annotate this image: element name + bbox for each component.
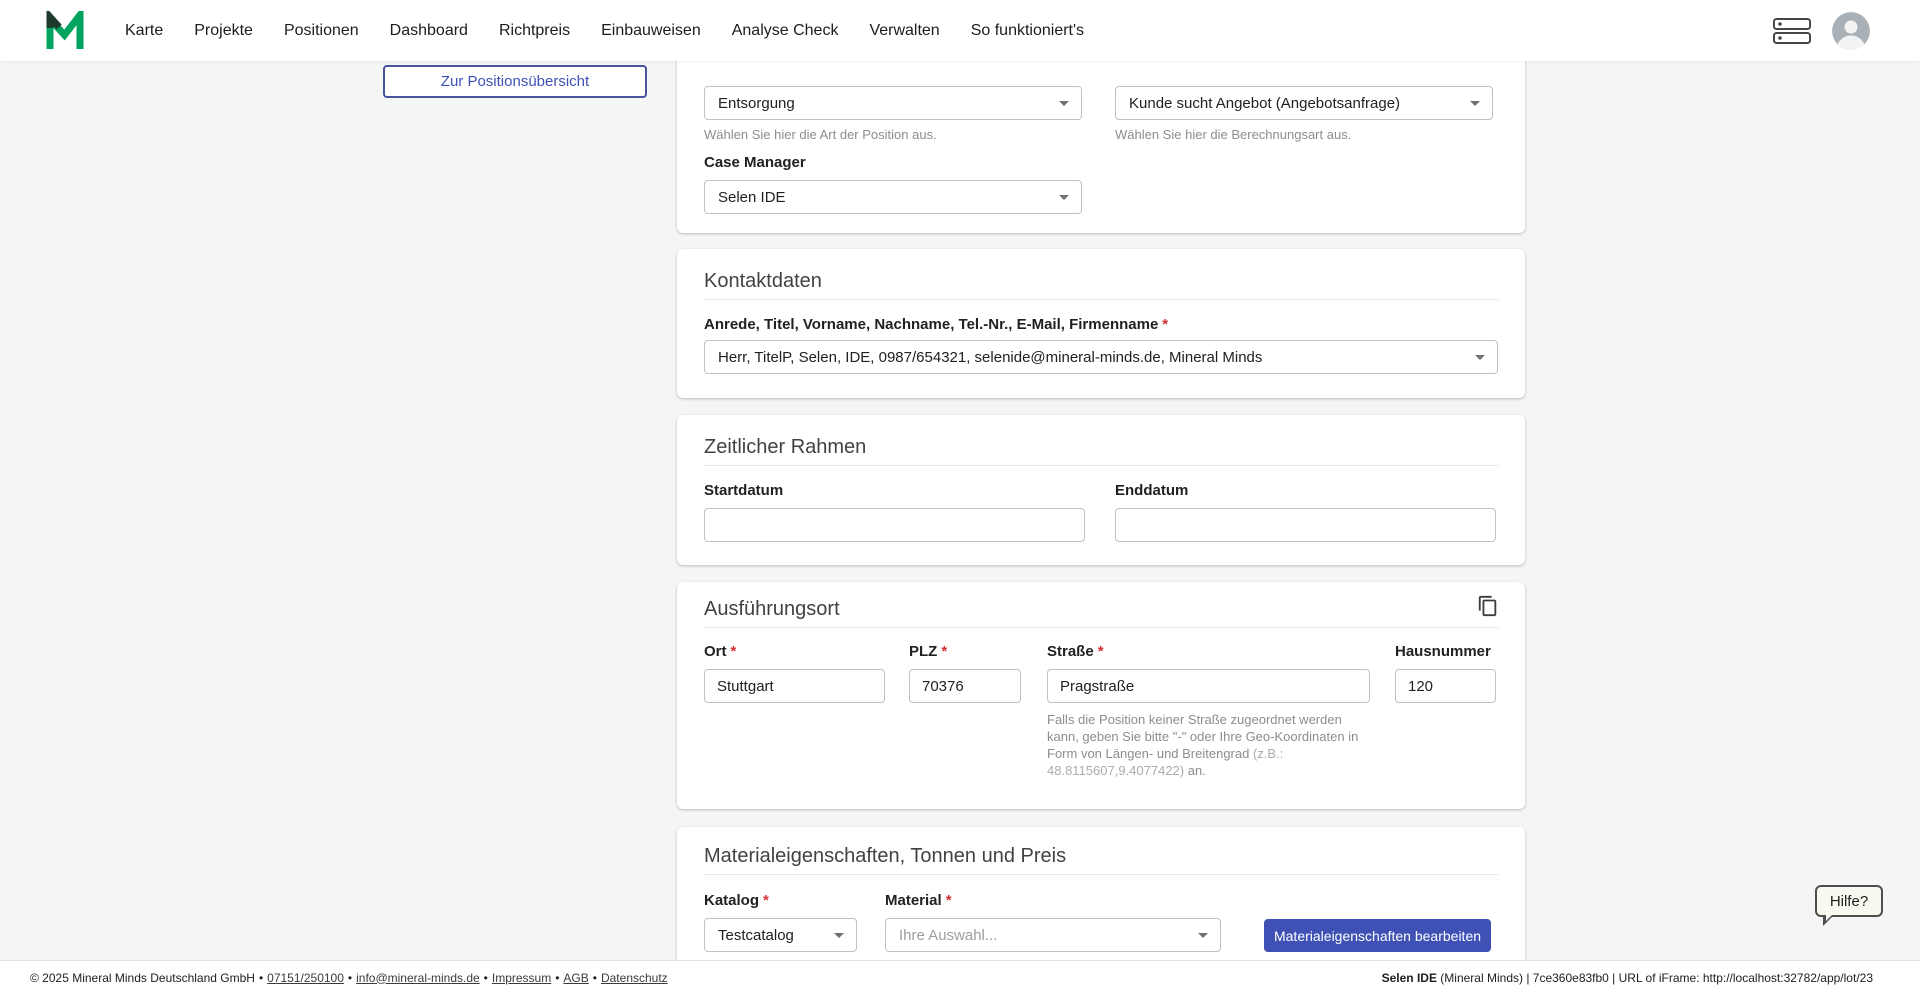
contact-label: Anrede, Titel, Vorname, Nachname, Tel.-N…: [704, 316, 1498, 334]
copy-location-button[interactable]: [1476, 595, 1500, 619]
top-nav: Karte Projekte Positionen Dashboard Rich…: [0, 0, 1920, 61]
content-copy-icon: [1477, 595, 1499, 617]
nav-item-analyse-check[interactable]: Analyse Check: [732, 22, 839, 40]
contact-card: Kontaktdaten Anrede, Titel, Vorname, Nac…: [677, 249, 1525, 398]
position-settings-card: Entsorgung Wählen Sie hier die Art der P…: [677, 36, 1525, 233]
zip-label-text: PLZ: [909, 643, 937, 660]
position-type-helper: Wählen Sie hier die Art der Position aus…: [704, 126, 1082, 143]
street-helper: Falls die Position keiner Straße zugeord…: [1047, 711, 1363, 779]
material-select[interactable]: Ihre Auswahl...: [885, 918, 1221, 952]
zip-label: PLZ*: [909, 643, 1021, 661]
case-manager-select[interactable]: Selen IDE: [704, 180, 1082, 214]
start-date-label: Startdatum: [704, 482, 1085, 500]
privacy-link[interactable]: Datenschutz: [601, 971, 668, 985]
help-label: Hilfe?: [1830, 893, 1868, 910]
footer-session-info: Selen IDE (Mineral Minds) | 7ce360e83fb0…: [1382, 971, 1873, 985]
nav-item-projekte[interactable]: Projekte: [194, 22, 253, 40]
street-label: Straße*: [1047, 643, 1370, 661]
position-type-select[interactable]: Entsorgung: [704, 86, 1082, 120]
location-card: Ausführungsort Ort* PLZ* Stra: [677, 582, 1525, 809]
page: Entsorgung Wählen Sie hier die Art der P…: [0, 0, 1920, 994]
imprint-link[interactable]: Impressum: [492, 971, 551, 985]
city-label-text: Ort: [704, 643, 727, 660]
footer-left: © 2025 Mineral Minds Deutschland GmbH • …: [30, 971, 668, 985]
divider: [704, 465, 1498, 466]
end-date-input[interactable]: [1115, 508, 1496, 542]
account-icon: [1832, 12, 1870, 50]
zip-input[interactable]: [909, 669, 1021, 703]
material-label-text: Material: [885, 892, 942, 909]
calculation-type-helper: Wählen Sie hier die Berechnungsart aus.: [1115, 126, 1493, 143]
street-input[interactable]: [1047, 669, 1370, 703]
calculation-type-select[interactable]: Kunde sucht Angebot (Angebotsanfrage): [1115, 86, 1493, 120]
footer: © 2025 Mineral Minds Deutschland GmbH • …: [0, 960, 1920, 994]
nav-item-verwalten[interactable]: Verwalten: [869, 22, 939, 40]
footer-separator: •: [484, 971, 488, 985]
material-card-title: Materialeigenschaften, Tonnen und Preis: [704, 844, 1498, 868]
server-icon[interactable]: [1773, 18, 1811, 44]
footer-user: Selen IDE: [1382, 971, 1437, 985]
required-mark: *: [1098, 643, 1104, 660]
nav-item-positionen[interactable]: Positionen: [284, 22, 359, 40]
required-mark: *: [946, 892, 952, 909]
timeframe-card: Zeitlicher Rahmen Startdatum Enddatum: [677, 415, 1525, 565]
footer-copyright: © 2025 Mineral Minds Deutschland GmbH: [30, 971, 255, 985]
email-link[interactable]: info@mineral-minds.de: [356, 971, 480, 985]
position-type-value: Entsorgung: [718, 95, 795, 112]
divider: [704, 874, 1498, 875]
location-card-title: Ausführungsort: [704, 597, 1498, 621]
edit-material-properties-button[interactable]: Materialeigenschaften bearbeiten: [1264, 919, 1491, 952]
house-number-input[interactable]: [1395, 669, 1496, 703]
street-label-text: Straße: [1047, 643, 1094, 660]
mineral-minds-logo-icon: [45, 11, 85, 51]
agb-link[interactable]: AGB: [563, 971, 588, 985]
material-label: Material*: [885, 892, 1221, 910]
brand-logo[interactable]: [45, 9, 87, 53]
street-helper-main: Falls die Position keiner Straße zugeord…: [1047, 712, 1358, 761]
case-manager-label: Case Manager: [704, 154, 1498, 172]
nav-item-so-funktionierts[interactable]: So funktioniert's: [971, 22, 1084, 40]
phone-link[interactable]: 07151/250100: [267, 971, 344, 985]
catalog-select[interactable]: Testcatalog: [704, 918, 857, 952]
contact-value: Herr, TitelP, Selen, IDE, 0987/654321, s…: [718, 349, 1262, 366]
nav-item-karte[interactable]: Karte: [125, 22, 163, 40]
street-helper-suffix: an.: [1184, 763, 1206, 778]
calculation-type-value: Kunde sucht Angebot (Angebotsanfrage): [1129, 95, 1400, 112]
start-date-input[interactable]: [704, 508, 1085, 542]
footer-separator: •: [259, 971, 263, 985]
required-mark: *: [1162, 316, 1168, 333]
footer-separator: •: [348, 971, 352, 985]
nav-item-einbauweisen[interactable]: Einbauweisen: [601, 22, 701, 40]
catalog-label: Katalog*: [704, 892, 857, 910]
nav-item-dashboard[interactable]: Dashboard: [390, 22, 468, 40]
house-number-label: Hausnummer: [1395, 643, 1496, 661]
footer-separator: •: [593, 971, 597, 985]
material-placeholder: Ihre Auswahl...: [899, 927, 997, 944]
catalog-label-text: Katalog: [704, 892, 759, 909]
contact-card-title: Kontaktdaten: [704, 269, 1498, 293]
catalog-value: Testcatalog: [718, 927, 794, 944]
timeframe-card-title: Zeitlicher Rahmen: [704, 435, 1498, 459]
nav-items: Karte Projekte Positionen Dashboard Rich…: [125, 22, 1084, 40]
divider: [704, 299, 1498, 300]
nav-item-richtpreis[interactable]: Richtpreis: [499, 22, 570, 40]
required-mark: *: [763, 892, 769, 909]
required-mark: *: [941, 643, 947, 660]
back-to-positions-button[interactable]: Zur Positionsübersicht: [383, 65, 647, 98]
end-date-label: Enddatum: [1115, 482, 1496, 500]
footer-session-details: (Mineral Minds) | 7ce360e83fb0 | URL of …: [1437, 971, 1873, 985]
divider: [704, 627, 1498, 628]
user-avatar[interactable]: [1832, 12, 1870, 50]
contact-label-text: Anrede, Titel, Vorname, Nachname, Tel.-N…: [704, 316, 1158, 333]
case-manager-value: Selen IDE: [718, 189, 786, 206]
nav-right: [1773, 12, 1870, 50]
required-mark: *: [731, 643, 737, 660]
footer-separator: •: [555, 971, 559, 985]
city-label: Ort*: [704, 643, 885, 661]
city-input[interactable]: [704, 669, 885, 703]
help-button[interactable]: Hilfe?: [1815, 885, 1883, 917]
contact-select[interactable]: Herr, TitelP, Selen, IDE, 0987/654321, s…: [704, 340, 1498, 374]
